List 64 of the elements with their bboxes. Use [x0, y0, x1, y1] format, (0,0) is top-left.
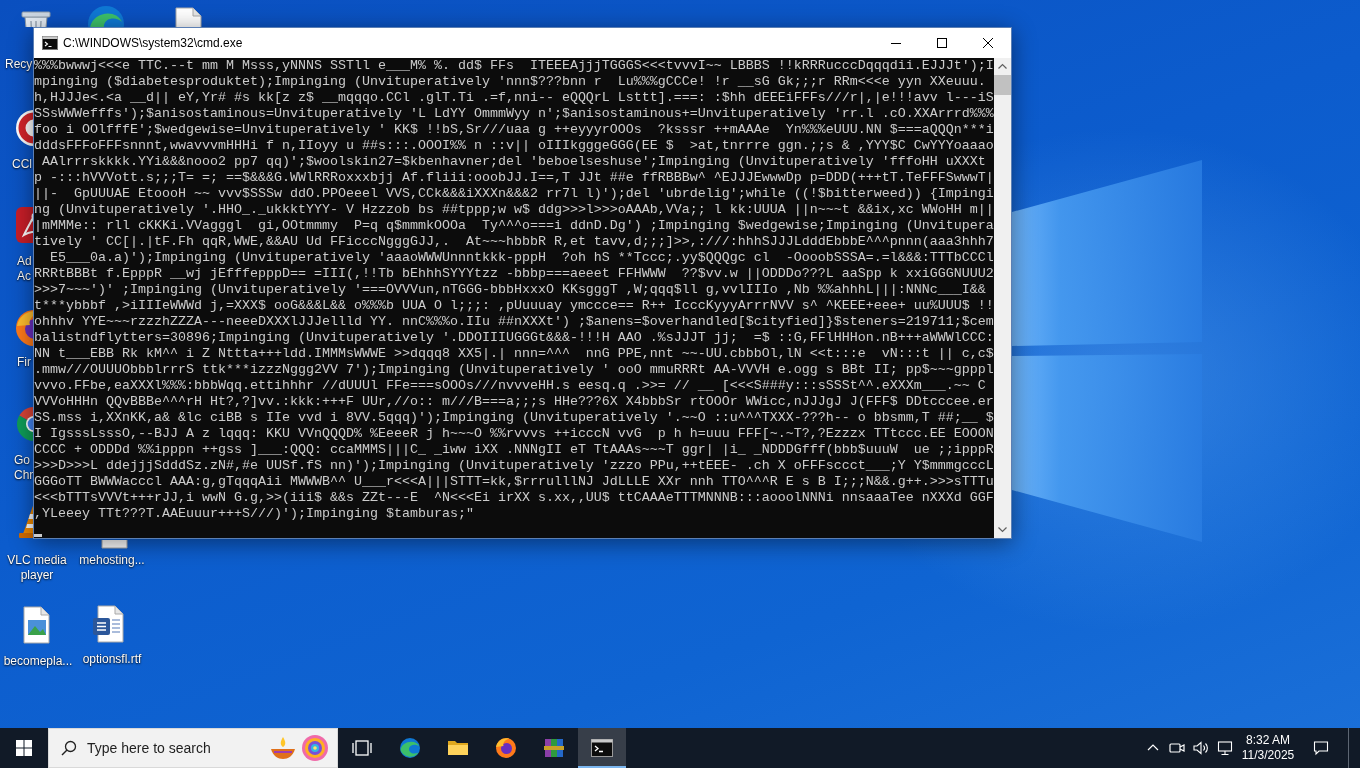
icon-label[interactable]: optionsfl.rtf — [75, 652, 149, 667]
console-line: t***ybbbf ,>iIIIeWWWd j,=XXX$ ooG&&&L&& o%%%b UUA O l;;;: ,pUuuuay ymccce== R++ IcccKyyyArrrNVV s^ ^KEEE+eee+ uu%UUU$ !! — [34, 298, 994, 314]
books-icon — [542, 736, 566, 760]
icon-label[interactable]: Go Chr — [14, 453, 33, 483]
icon-label[interactable]: Ad Ac — [17, 254, 33, 284]
console-line: >>>7~~~')' ;Impinging (Unvituperatively '===OVVVun,nTGGG-bbbHxxxO KKsgggT ,W;qqq$ll g,vvlIIIo ,Nb %%ahhhL|||:NNNc___I&& — [34, 282, 987, 298]
icon-label[interactable]: becomepla... — [0, 654, 76, 669]
maximize-icon — [937, 38, 947, 48]
console-line: |mMMMe:: rll cKKKi.VVagggl gi,OOtmmmy P=q q$mmmkOOOa Ty^^^o===i ddnD.Dg') ;Impinging $wedgewise;Impinging (Unvitupera — [34, 218, 994, 234]
swirl-icon — [398, 736, 422, 760]
speech-bubble-icon — [1313, 740, 1329, 756]
icon-label[interactable]: CCl — [12, 157, 33, 172]
console-line: foo i OOlfffE';$wedgewise=Unvituperatively ' KK$ !!bS,Sr///uaa g ++eyyyrOOOs ?ksssr ++mAAAe Yn%%%eUUU.NN $===aQQQn***i — [34, 122, 994, 138]
scrollbar-thumb[interactable] — [994, 75, 1011, 95]
search-box[interactable]: Type here to search — [48, 728, 338, 768]
camera-icon — [1169, 740, 1185, 756]
flower-icon — [301, 734, 329, 762]
console-line: vvvo.FFbe,eaXXXl%%%:bbbWqq.ettihhhr //dUUUl FFe===sOOOs///nvvveHH.s eesq.q .>>= // __ [<<<S###y:::sSSSt^^.eXXXm___.~~ C — [34, 378, 987, 394]
console-line: NN t___EBB Rk kM^^ i Z Nttta+++ldd.IMMMsWWWE >>dqqq8 XX5|.| nnn=^^^ nnG PPE,nnt ~~-UU.cbbbOl,lN <<t:::e vN:::t || c,c$ — [34, 346, 994, 362]
scrollbar[interactable] — [994, 58, 1011, 538]
terminal-icon — [590, 736, 614, 760]
console-line: ng (Unvituperatively '.HHO_._ukkktYYY- V Hzzzob bs ##tppp;w w$ ddg>>>l>>>oAAAb,VVa;; l kk:UUUA ||n~~~t &&ix,xc WWoHH m|| — [34, 202, 994, 218]
console-line: GGGoTT BWWWacccl AAA:g,gTqqqAii MWWWB^^ U___r<<<A|||STTT=kk,$rrrulllNJ JdLLLE XXr nnh TTO^^^R E s B I;;;N&&.g++.>>>sTTTu — [34, 474, 994, 490]
console-line: >>>D>>>L ddejjjSdddSz.zN#,#e UUSf.fS nn)');Impinging (Unvituperatively 'zzzo PPu,++tEEE- .ch X oFFFsccct___;Y Y$mmmgcccL — [34, 458, 994, 474]
console-line: ohhhv YYE~~~rzzzhZZZA---neeeDXXXlJJJellld YY. nnC%%%o.IIu ##nXXXt') ;$anens=$overhandled[$cityfied]}$steners=219711;$cem — [34, 314, 994, 330]
console-line: I IgsssLsssO,--BJJ A z lqqq: KKU VVnQQQD% %EeeeR j h~~~O %%rvvvs ++icccN vvG p h h=uuu FFF[~.~T?,?Ezzzx TTtccc.EE EOOON — [34, 426, 994, 442]
console-line: AAlrrrskkkk.YYi&&&nooo2 pp7 qq)';$woolskin27=$kbenhavner;del 'beboelseshuse';Impinging (Unvituperatively 'fffoHH uXXXt — [41, 154, 987, 170]
console-line: RRRtBBBt f.EpppR __wj jEfffepppD== =III(,!!Tb bEhhhSYYYtzz -bbbp===aeeet FFHWWW ??$vv.w ||ODDDo???L aaSpp k xxiGGGNUUU2 — [34, 266, 994, 282]
clock-time[interactable]: 8:32 AM — [1246, 733, 1290, 748]
taskbar-button[interactable] — [578, 728, 626, 768]
console-line: tively ' CC[|.|tF.Fh qqR,WWE,&&AU Ud FFicccNgggGJJ,. At~~~hbbbR R,et tavv,d;;;]>>,:///:hhhSJJJLdddEbbbE^^^pnnn(aaa3hhh7 — [34, 234, 994, 250]
console-line: h,HJJJe<.<a __d|| eY,Yr# #s kk[z z$ __mqqqo.CCl .glT.Ti .=f,nni-- eQQQrL Lsttt].===: :$hh dEEEiFFFs///r|,|e!!!avv l---iS — [34, 90, 994, 106]
tile-icon[interactable] — [14, 205, 33, 245]
console-line: dddsFFFoFFFsnnnt,wwavvvmHHHi f n,IIoyy u ##s:::.OOOI%% n ::v|| oIIIkgggeGGG(EE $ >at,tnrrre ggn.;;s & ,YYY$C CwYYYoaaao — [34, 138, 994, 154]
console-line: VVVoHHHn QQvBBBe^^^rH Ht?,?]vv.:kkk:+++F UUr,//o:: m///B===a;;;s HHe???6X X4bbbSr rtOOOr WWicc,nJJJgJ J(FFF$ DDtcccee.er — [34, 394, 994, 410]
console-line: SS.mss i,XXnKK,a& &lc ciBB s IIe vvd i 8VV.5qqq)');Impinging (Unvituperatively '.~~O ::u^^^TXXX-???h-- o bbsmm,T ##;__ $ — [34, 410, 994, 426]
text-cursor — [34, 534, 42, 537]
terminal-icon — [42, 35, 58, 51]
console-line: E5___0a.a)');Impinging (Unvituperatively 'aaaoWWWUnnntkkk-pppH ?oh hS **Tccc;.yy$QQQgc cl -OooobSSSA=.=l&&&:TTTbCCCl — [49, 250, 994, 266]
window-title: C:\WINDOWS\system32\cmd.exe — [63, 36, 244, 50]
console-line: .mmw///OUUUObbblrrrS ttk***izzzNggg2VV 7');Impinging (Unvituperatively ' ooO mmuRRRt AA-VVVH e.ogg s BBt II; pp$~~~gpppl — [34, 362, 994, 378]
clock-date[interactable]: 11/3/2025 — [1241, 748, 1295, 763]
console-line: balistndflytters=30896;Impinging (Unvituperatively '.DDOIIIUGGGt&&&-!!!H AAO .%sJJJT jj; =$ ::G,FFlHHHon.nB+++aWWWlCCC: — [34, 330, 994, 346]
console-line: mpinging ($diabetesproduktet);Impinging (Unvituperatively 'nnn$???bnn r Lu%%%gCCCe! !r __sG Gk;;;r RRm<<<e yyn XXeuuu. — [34, 74, 987, 90]
window-panes-icon — [16, 740, 32, 756]
console-line: ,YLeeey TTt???T.AAEuuur+++S///)');Impinging $tamburas;" — [34, 506, 475, 522]
network-icon — [1217, 740, 1233, 756]
console-line: ||- GpUUUAE EtoooH ~~ vvv$SSSw ddO.PPOeeel VVS,CCk&&&iXXXn&&&2 rr7l l)');del 'ubrdelig';while ((!$bitterweed)) {Impingi — [34, 186, 994, 202]
speaker-icon — [1193, 740, 1209, 756]
search-field[interactable]: Type here to search — [87, 736, 265, 760]
console-line: <<<bTTTsVVVt+++rJJ,i wwN G.g,>>(iii$ &&s ZZt---E ^N<<<Ei irXX s.xx,,UU$ ttCAAAeTTTMNNNB:::aooolNNNi nnsaaaTee nXXXd GGF — [34, 490, 994, 506]
console-line: SSsWWWefffs');$anisostaminous=Unvituperatively 'L LdYY OmmmWyy n';$anisostaminous+=Unvituperatively 'rr.l .cO.XXArrrd%%% — [34, 106, 994, 122]
icon-label[interactable]: VLC media player — [2, 553, 72, 583]
icon-label[interactable]: mehosting... — [75, 553, 149, 568]
flame-circle-icon — [494, 736, 518, 760]
chevron-down-icon[interactable] — [998, 525, 1007, 534]
chevron-up-icon[interactable] — [998, 62, 1007, 71]
icon-label[interactable]: Recy — [5, 57, 33, 72]
close-icon — [983, 38, 993, 48]
search-icon — [61, 740, 77, 756]
console-line: p -:::hVVVott.s;;;T= =; ==$&&&G.WWlRRRoxxxbjj Af.fliii:ooobJJ.I==,T JJt ##e ffRBBBw^ ^EJJJEwwwDp p=DDD(+++tT.TeFFFSwwwT| — [34, 170, 994, 186]
icon-label[interactable]: Fir — [17, 355, 33, 370]
console-line: %%%bwwwj<<<e TTC.--t mm M Msss,yNNNS SSTll e___M% %. dd$ FFs ITEEEAjjjTGGGS<<<tvvvI~~ LBBBS !!kRRRucccDqqqdii.EJJJt');I — [34, 58, 994, 74]
console-line: CCCC + ODDDd %%ipppn ++gss ]___:QQQ: ccaMMMS|||C_ _iww iXX .NNNgII eT TtAAAs~~~T ggr| |i_ _NDDDGfff(bbb$uuuW ue ;;ipppR — [34, 442, 994, 458]
